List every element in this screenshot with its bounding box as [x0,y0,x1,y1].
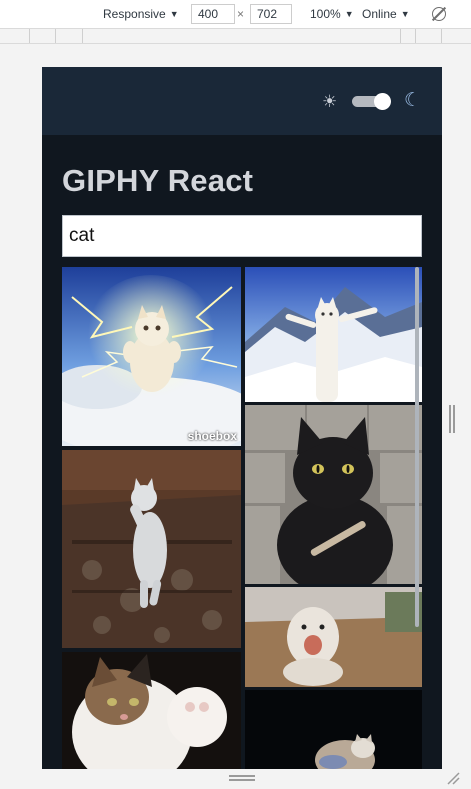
scrollbar-thumb[interactable] [415,267,419,627]
gif-item[interactable] [245,587,422,687]
lightning-kitten-image [62,267,241,446]
gif-item[interactable]: shoebox [62,267,241,446]
device-select-label: Responsive [103,7,166,21]
resize-corner-icon[interactable] [446,771,460,785]
resize-height-handle[interactable] [229,775,255,781]
theme-toggle[interactable] [352,93,392,110]
ruler-divider [55,29,56,43]
dimension-separator: × [237,7,245,21]
dancing-cat-image [62,450,241,648]
ruler-divider [415,29,416,43]
cat-dark-image [245,690,422,769]
device-select[interactable]: Responsive ▼ [103,0,179,28]
gif-item[interactable] [245,267,422,402]
network-throttle-label: Online [362,7,397,21]
devtools-toolbar: Responsive ▼ 400 × 702 100% ▼ Online ▼ [0,0,471,28]
chevron-down-icon: ▼ [169,9,179,19]
sun-icon: ☀ [322,92,338,111]
gif-grid: shoebox [62,267,422,769]
shoebox-logo: shoebox [187,429,237,443]
page-title: GIPHY React [62,163,254,198]
resize-width-handle[interactable] [449,405,455,433]
ruler-divider [82,29,83,43]
ruler-divider [400,29,401,43]
search-input[interactable] [62,215,422,257]
gif-item[interactable] [245,405,422,584]
moon-icon: ☾ [404,90,422,111]
chevron-down-icon: ▼ [344,9,354,19]
app-header: ☀ ☾ [42,67,442,135]
toggle-knob [374,93,391,110]
fluffy-dog-image [245,587,422,687]
rotate-disabled-icon [432,7,446,21]
gif-item[interactable] [62,652,241,769]
media-query-ruler[interactable] [0,28,471,44]
gif-item[interactable] [62,450,241,648]
chevron-down-icon: ▼ [400,9,410,19]
viewport-width-input[interactable]: 400 [191,4,235,24]
longcat-image [245,267,422,402]
gif-item[interactable] [245,690,422,769]
app-viewport: ☀ ☾ GIPHY React cat shoebox [42,67,442,769]
black-cat-image [245,405,422,584]
ruler-divider [441,29,442,43]
ruler-divider [29,29,30,43]
zoom-select[interactable]: 100% ▼ [310,0,354,28]
calico-kitten-image [62,652,241,769]
rotate-button[interactable] [432,0,446,28]
network-throttle-select[interactable]: Online ▼ [362,0,410,28]
zoom-select-label: 100% [310,7,341,21]
viewport-height-input[interactable]: 702 [250,4,292,24]
